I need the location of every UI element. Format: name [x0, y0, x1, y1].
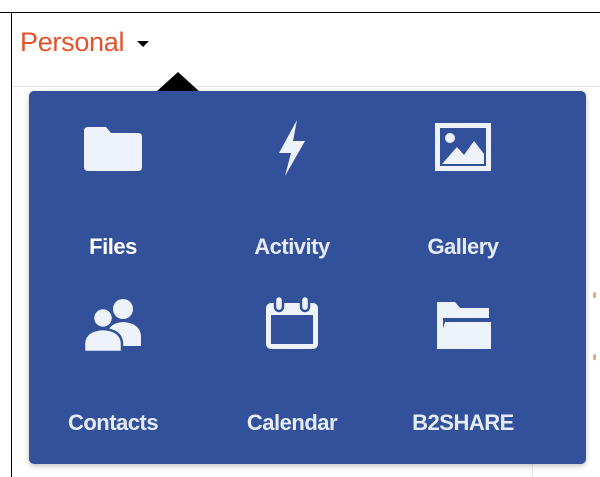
app-label: Activity — [254, 234, 330, 259]
calendar-icon — [266, 294, 318, 349]
app-label: Gallery — [427, 234, 499, 259]
personal-menu-toggle[interactable]: Personal — [20, 24, 150, 60]
app-label: Files — [89, 234, 137, 259]
lightning-icon — [279, 120, 305, 176]
app-label: Calendar — [246, 410, 338, 435]
app-label: Contacts — [67, 410, 159, 435]
app-label: B2SHARE — [412, 410, 514, 435]
window-left-border — [11, 12, 12, 477]
background-text-fragment: ' — [592, 288, 598, 313]
app-activity[interactable]: Activity — [217, 106, 367, 259]
background-text-fragment: ' — [592, 350, 598, 375]
app-calendar[interactable]: Calendar — [217, 282, 367, 435]
window-top-border — [0, 12, 600, 13]
folder-open-icon — [437, 302, 491, 349]
app-contacts[interactable]: Contacts — [38, 282, 188, 435]
folder-icon — [84, 127, 142, 171]
caret-down-icon — [137, 41, 150, 47]
app-files[interactable]: Files — [38, 106, 188, 259]
people-icon — [82, 299, 141, 354]
dropdown-pointer-arrow — [156, 72, 200, 92]
header-divider — [12, 86, 600, 87]
app-b2share[interactable]: B2SHARE — [388, 282, 538, 435]
menu-title: Personal — [20, 26, 125, 57]
image-icon — [435, 123, 491, 171]
apps-dropdown-menu: Files Activity Gallery Contacts Calendar… — [29, 91, 586, 464]
app-gallery[interactable]: Gallery — [388, 106, 538, 259]
